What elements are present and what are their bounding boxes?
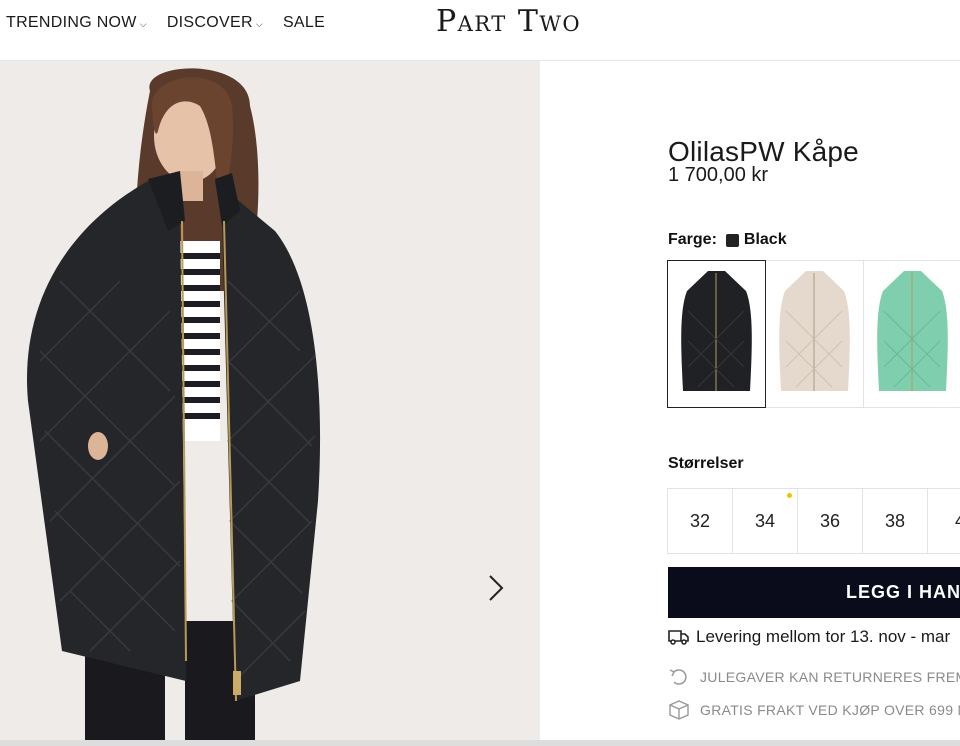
add-to-cart-button[interactable]: LEGG I HAND: [668, 567, 960, 618]
product-price: 1 700,00 kr: [668, 164, 769, 186]
brand-logo[interactable]: Part Two: [436, 4, 581, 39]
nav-label: TRENDING NOW: [6, 14, 137, 31]
size-option[interactable]: 32: [667, 488, 733, 554]
nav-label: DISCOVER: [166, 14, 253, 31]
size-option[interactable]: 36: [797, 488, 863, 554]
size-option[interactable]: 4: [927, 488, 960, 554]
bottom-edge: [0, 740, 960, 746]
usp-returns: JULEGAVER KAN RETURNERES FREM: [668, 667, 960, 687]
next-image-button[interactable]: [484, 572, 508, 604]
size-option[interactable]: 38: [862, 488, 928, 554]
coat-thumbnail-beige: [779, 271, 850, 391]
swatch-green[interactable]: [863, 260, 960, 408]
usp-text: JULEGAVER KAN RETURNERES FREM: [700, 669, 960, 685]
size-selector: 32 34 36 38 4: [667, 488, 960, 554]
size-option[interactable]: 34: [732, 488, 798, 554]
site-header: TRENDING NOW ⌵ DISCOVER ⌵ SALE Part Two: [0, 0, 960, 61]
product-title: OlilasPW Kåpe: [668, 135, 859, 167]
truck-icon: [668, 630, 689, 645]
chevron-down-icon: ⌵: [139, 18, 147, 29]
nav-label: SALE: [282, 14, 326, 31]
chevron-right-icon: [489, 575, 504, 601]
color-swatches: [667, 260, 960, 408]
swatch-beige[interactable]: [765, 260, 864, 408]
return-arrow-icon: [669, 669, 687, 685]
nav-discover[interactable]: DISCOVER ⌵: [167, 14, 263, 32]
coat-thumbnail-black: [681, 271, 752, 391]
color-value: Black: [743, 231, 787, 248]
nav-sale[interactable]: SALE: [283, 14, 325, 32]
color-chip-icon: [725, 233, 739, 247]
usp-text: GRATIS FRAKT VED KJØP OVER 699 N: [700, 702, 960, 718]
delivery-text: Levering mellom tor 13. nov - mar: [696, 627, 951, 646]
coat-thumbnail-green: [877, 271, 948, 391]
color-selector-label: Farge: Black: [668, 231, 787, 249]
package-icon: [669, 700, 689, 720]
sizes-label: Størrelser: [668, 455, 744, 472]
product-image: [0, 61, 540, 746]
product-info-panel: OlilasPW Kåpe 1 700,00 kr Farge: Black S…: [540, 61, 960, 746]
model-coat-illustration: [27, 68, 321, 746]
chevron-down-icon: ⌵: [255, 18, 263, 29]
usp-shipping: GRATIS FRAKT VED KJØP OVER 699 N: [668, 699, 960, 721]
delivery-estimate: Levering mellom tor 13. nov - mar: [668, 627, 950, 647]
swatch-black[interactable]: [667, 260, 766, 408]
size-value: 34: [754, 510, 776, 531]
main-nav: TRENDING NOW ⌵ DISCOVER ⌵ SALE: [6, 14, 325, 32]
nav-trending-now[interactable]: TRENDING NOW ⌵: [6, 14, 147, 32]
color-label: Farge:: [668, 231, 717, 248]
low-stock-indicator: [787, 493, 792, 498]
